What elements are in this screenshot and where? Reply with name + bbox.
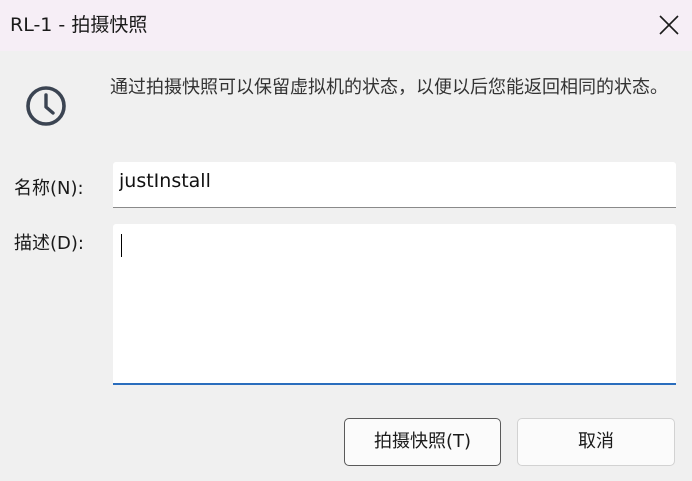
title-bar: RL-1 - 拍摄快照	[0, 0, 692, 51]
window-title: RL-1 - 拍摄快照	[10, 14, 148, 36]
take-snapshot-button[interactable]: 拍摄快照(T)	[344, 418, 501, 466]
info-message: 通过拍摄快照可以保留虚拟机的状态，以便以后您能返回相同的状态。	[110, 77, 668, 98]
close-button[interactable]	[646, 0, 692, 51]
description-field[interactable]	[113, 224, 676, 385]
text-caret	[121, 234, 122, 257]
snapshot-dialog: RL-1 - 拍摄快照 通过拍摄快照可以保留虚拟机的状态，以便以后您能返回相同的…	[0, 0, 692, 481]
cancel-button[interactable]: 取消	[517, 418, 675, 466]
close-icon	[659, 15, 679, 35]
description-label: 描述(D):	[14, 233, 84, 254]
name-label: 名称(N):	[14, 178, 84, 199]
name-field[interactable]	[113, 162, 676, 208]
clock-icon	[26, 86, 66, 126]
